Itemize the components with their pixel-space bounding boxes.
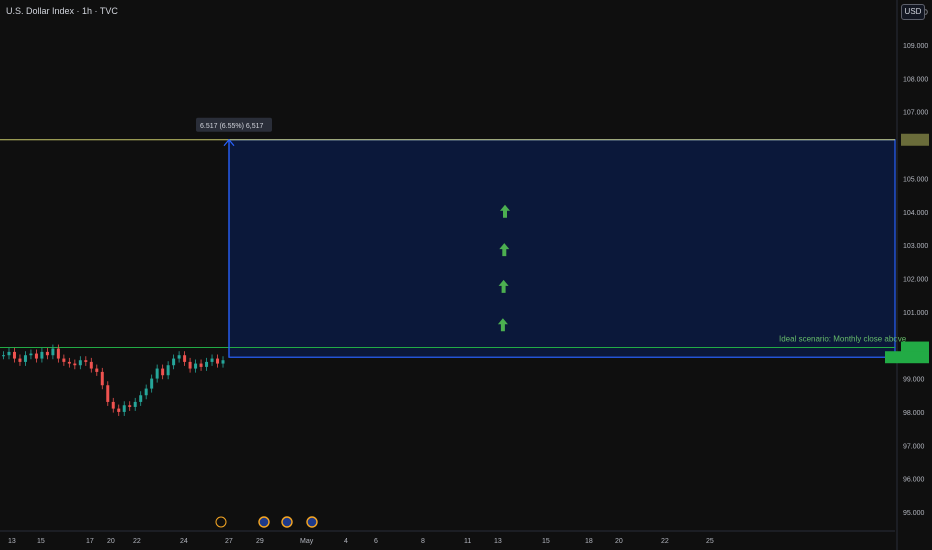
y-tick-label: 96.000 bbox=[903, 477, 925, 484]
candle-body bbox=[12, 351, 16, 359]
y-tick-label: 98.000 bbox=[903, 410, 925, 417]
y-tick-label: 97.000 bbox=[903, 443, 925, 450]
candle-body bbox=[34, 353, 38, 359]
x-tick-label: 20 bbox=[107, 538, 115, 545]
candle-body bbox=[56, 348, 60, 359]
x-tick-label: 13 bbox=[494, 538, 502, 545]
x-tick-label: 17 bbox=[86, 538, 94, 545]
candle-body bbox=[117, 408, 121, 412]
symbol-title: U.S. Dollar Index · 1h · TVC bbox=[6, 6, 118, 16]
candle-body bbox=[51, 348, 55, 356]
price-chart[interactable]: 6.517 (6.55%) 6,517 Ideal scenario: Month… bbox=[0, 0, 932, 550]
candle-body bbox=[78, 360, 82, 366]
candle-body bbox=[144, 388, 148, 396]
x-tick-label: 11 bbox=[464, 538, 471, 545]
x-tick-label: 20 bbox=[615, 538, 623, 545]
x-tick-label: 15 bbox=[37, 538, 45, 545]
candle-body bbox=[139, 395, 143, 402]
candle-body bbox=[183, 355, 187, 362]
x-tick-label: 18 bbox=[585, 538, 593, 545]
y-tick-label: 108.000 bbox=[903, 76, 928, 83]
candle-body bbox=[23, 355, 27, 362]
candle-body bbox=[155, 368, 159, 379]
candle-body bbox=[216, 358, 220, 364]
currency-button[interactable]: USD bbox=[901, 4, 925, 20]
candle-body bbox=[122, 405, 126, 412]
candle-body bbox=[100, 371, 104, 386]
x-tick-label: 13 bbox=[8, 538, 16, 545]
flag-icon bbox=[258, 516, 270, 528]
candle-body bbox=[7, 351, 11, 356]
x-tick-label: 27 bbox=[225, 538, 233, 545]
y-tick-label: 107.000 bbox=[903, 110, 928, 117]
candle-body bbox=[89, 361, 93, 369]
candle-body bbox=[62, 358, 66, 362]
candle-body bbox=[73, 363, 77, 366]
candle-body bbox=[161, 368, 165, 376]
x-tick-label: 29 bbox=[256, 538, 264, 545]
candle-body bbox=[133, 401, 137, 407]
candle-body bbox=[18, 358, 22, 362]
x-tick-label: 6 bbox=[374, 538, 378, 545]
candle-body bbox=[221, 360, 225, 364]
y-tick-label: 105.000 bbox=[903, 176, 928, 183]
candle-body bbox=[150, 378, 154, 389]
y-tick-label: 109.000 bbox=[903, 43, 928, 50]
candle-body bbox=[45, 351, 49, 356]
y-tick-label: 95.000 bbox=[903, 510, 925, 517]
candle-body bbox=[172, 358, 176, 366]
y-tick-label: 104.000 bbox=[903, 210, 928, 217]
candle-body bbox=[205, 361, 209, 367]
candle-body bbox=[111, 401, 115, 409]
y-tick-label: 101.000 bbox=[903, 310, 928, 317]
projection-box bbox=[228, 139, 896, 358]
y-tick-label: 102.000 bbox=[903, 277, 928, 284]
y-tick-label: 103.000 bbox=[903, 243, 928, 250]
x-tick-label: May bbox=[300, 538, 314, 545]
current-price-badge bbox=[885, 351, 929, 364]
measure-label: 6.517 (6.55%) 6,517 bbox=[200, 123, 264, 130]
candle-body bbox=[2, 355, 5, 357]
candle-body bbox=[177, 355, 181, 359]
candle-body bbox=[67, 361, 71, 364]
candle-body bbox=[166, 365, 170, 376]
x-tick-label: 4 bbox=[344, 538, 348, 545]
candle-body bbox=[210, 358, 214, 362]
candle-body bbox=[188, 361, 192, 369]
candle-body bbox=[84, 360, 88, 362]
scenario-text: Ideal scenario: Monthly close above bbox=[779, 335, 907, 344]
x-tick-label: 22 bbox=[661, 538, 669, 545]
x-tick-label: 24 bbox=[180, 538, 188, 545]
candle-body bbox=[29, 353, 33, 356]
x-tick-label: 15 bbox=[542, 538, 550, 545]
candle-body bbox=[106, 385, 110, 402]
candle-body bbox=[128, 405, 132, 407]
x-tick-label: 22 bbox=[133, 538, 141, 545]
target-price-badge bbox=[901, 133, 929, 146]
candle-body bbox=[199, 363, 203, 367]
flag-icon bbox=[306, 516, 318, 528]
x-tick-label: 8 bbox=[421, 538, 425, 545]
candle-body bbox=[40, 351, 44, 359]
candle-body bbox=[95, 368, 99, 372]
x-tick-label: 25 bbox=[706, 538, 714, 545]
candle-body bbox=[194, 363, 198, 369]
flag-icon bbox=[281, 516, 293, 528]
y-tick-label: 99.000 bbox=[903, 377, 925, 384]
